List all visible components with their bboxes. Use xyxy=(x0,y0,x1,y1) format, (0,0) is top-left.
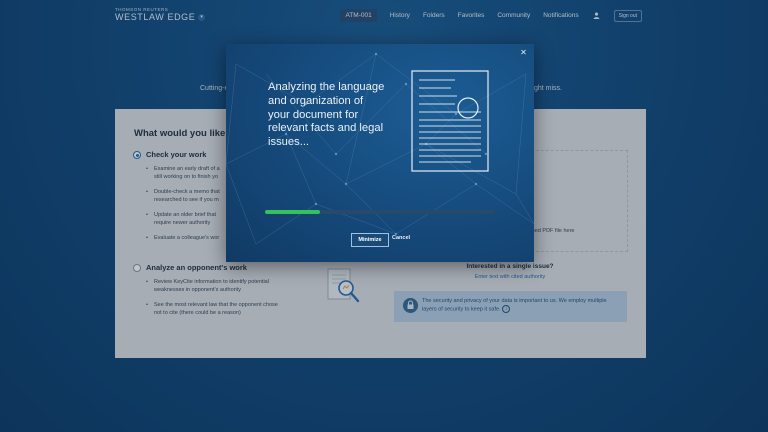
document-scan-icon xyxy=(411,70,489,172)
close-icon[interactable]: ✕ xyxy=(519,48,528,57)
progress-fill xyxy=(265,210,321,214)
minimize-button[interactable]: Minimize xyxy=(351,233,389,247)
analyzing-dialog: ✕ Analyzing the language and organizatio… xyxy=(226,44,534,262)
cancel-button[interactable]: Cancel xyxy=(392,235,410,241)
analysis-progress-bar xyxy=(265,210,495,214)
analyzing-message: Analyzing the language and organization … xyxy=(268,81,385,149)
